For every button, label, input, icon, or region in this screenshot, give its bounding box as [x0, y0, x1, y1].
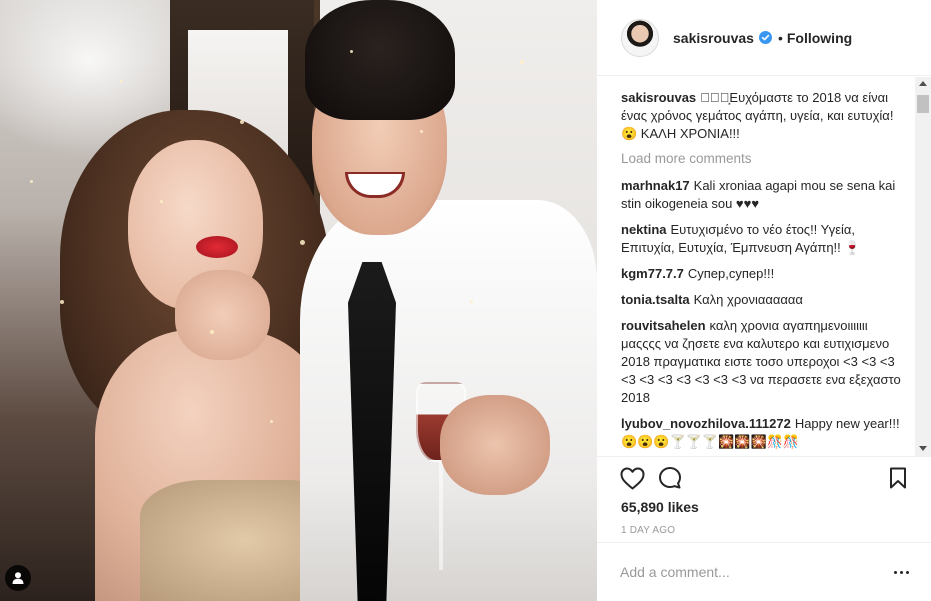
photo-sparkle	[300, 240, 305, 245]
comments-list[interactable]: sakisrouvas ★⃞✦͙Ευχόμαστε το 2018 να είνα…	[621, 77, 911, 456]
photo-sparkle	[520, 60, 524, 64]
post-timestamp[interactable]: 1 DAY AGO	[621, 525, 675, 536]
following-button[interactable]: Following	[787, 30, 852, 46]
comment-username[interactable]: lyubov_novozhilova.111272	[621, 416, 791, 431]
photo-sparkle	[30, 180, 33, 183]
list-item: nektina Ευτυχισμένο το νέο έτος!! Υγεία, …	[621, 221, 911, 257]
author-username[interactable]: sakisrouvas	[673, 30, 754, 46]
user-tag-icon	[12, 572, 24, 584]
comment-text: Καλη χρονιαααααα	[693, 292, 803, 307]
list-item: rouvitsahelen καλη χρονια αγαπημενοιιιιιι…	[621, 317, 911, 407]
comment-username[interactable]: nektina	[621, 222, 667, 237]
verified-badge-icon	[758, 31, 772, 44]
add-comment-input[interactable]	[620, 561, 870, 583]
post-actions: 65,890 likes 1 DAY AGO	[597, 456, 931, 542]
save-button[interactable]	[885, 465, 911, 491]
post-side-panel: sakisrouvas • Following sakisrouvas ★⃞✦͙Ε…	[597, 0, 931, 601]
more-options-icon[interactable]	[889, 561, 913, 583]
scroll-down-icon[interactable]	[919, 446, 927, 451]
author-avatar[interactable]	[621, 18, 659, 57]
scroll-up-icon[interactable]	[919, 81, 927, 86]
photo-man-hand	[440, 395, 550, 495]
load-more-comments-button[interactable]: Load more comments	[621, 151, 911, 166]
list-item: kgm77.7.7 Супер,супер!!!	[621, 265, 911, 283]
post-header: sakisrouvas • Following	[597, 0, 931, 76]
bookmark-icon	[890, 467, 906, 489]
photo-woman-lips	[196, 236, 238, 258]
comment-username[interactable]: marhnak17	[621, 178, 690, 193]
list-item: lyubov_novozhilova.111272 Happy new year!…	[621, 415, 911, 451]
comment-button[interactable]	[657, 465, 683, 491]
comment-username[interactable]: rouvitsahelen	[621, 318, 706, 333]
comments-scrollbar[interactable]	[915, 77, 931, 456]
comment-text: Супер,супер!!!	[687, 266, 775, 281]
photo-sparkle	[350, 50, 353, 53]
photo-sparkle	[210, 330, 214, 334]
comment-username[interactable]: kgm77.7.7	[621, 266, 684, 281]
photo-sparkle	[270, 420, 273, 423]
header-separator: •	[777, 29, 783, 46]
list-item: marhnak17 Kali xroniaa agapi mou se sena …	[621, 177, 911, 213]
add-comment-section	[597, 542, 931, 601]
photo-woman-hand	[175, 270, 270, 360]
photo-sparkle	[160, 200, 163, 203]
action-bar	[619, 465, 911, 491]
heart-icon	[620, 467, 644, 489]
like-button[interactable]	[619, 465, 645, 491]
list-item: tonia.tsalta Καλη χρονιαααααα	[621, 291, 911, 309]
photo-man-hair	[305, 0, 455, 120]
comment-username[interactable]: sakisrouvas	[621, 90, 696, 105]
photo-glass-stem	[439, 460, 443, 570]
photo-sparkle	[240, 120, 244, 124]
photo-sparkle	[60, 300, 64, 304]
photo-sparkle	[420, 130, 423, 133]
post-photo[interactable]	[0, 0, 597, 601]
photo-sparkle	[470, 300, 473, 303]
comment-username[interactable]: tonia.tsalta	[621, 292, 690, 307]
caption-comment: sakisrouvas ★⃞✦͙Ευχόμαστε το 2018 να είνα…	[621, 89, 911, 143]
user-tag-button[interactable]	[5, 565, 31, 591]
likes-count[interactable]: 65,890 likes	[621, 499, 699, 515]
scrollbar-thumb[interactable]	[917, 95, 929, 113]
photo-sparkle	[120, 80, 123, 83]
comment-icon	[659, 467, 681, 489]
